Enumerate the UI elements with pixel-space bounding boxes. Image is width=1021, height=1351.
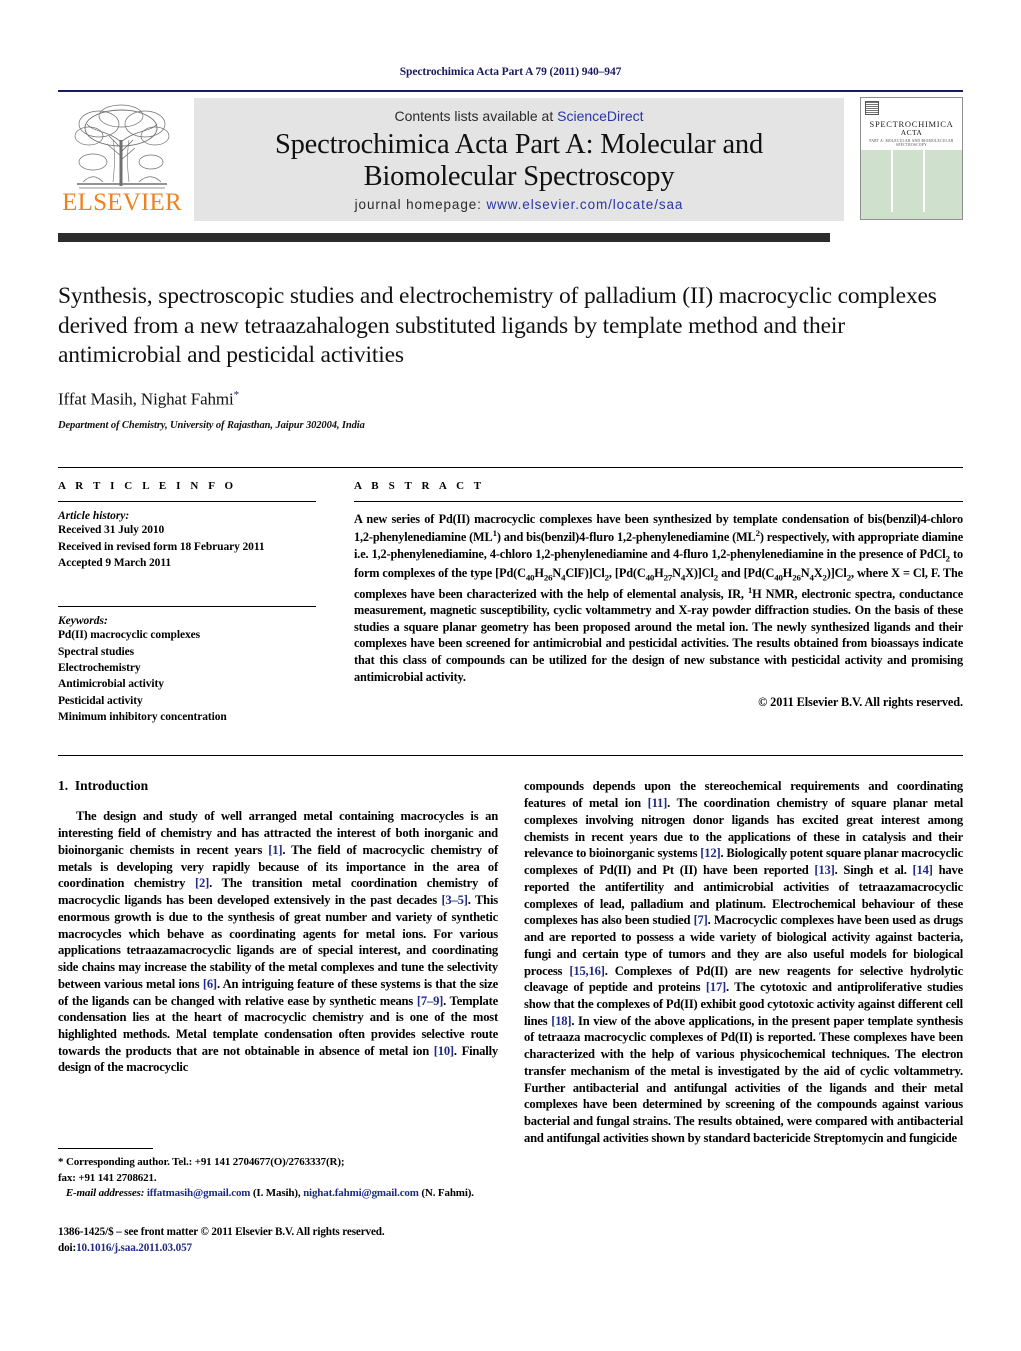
- citation-ref[interactable]: [14]: [913, 863, 933, 877]
- abstract-copyright: © 2011 Elsevier B.V. All rights reserved…: [758, 695, 963, 710]
- email-owner-1: (I. Masih),: [252, 1187, 301, 1200]
- cover-publisher-mark-icon: [865, 101, 879, 115]
- citation-ref[interactable]: [7–9]: [417, 994, 443, 1008]
- issn-copyright-block: 1386-1425/$ – see front matter © 2011 El…: [58, 1224, 498, 1256]
- email-note: E-mail addresses: iffatmasih@gmail.com (…: [58, 1186, 498, 1202]
- article-history-accepted: Accepted 9 March 2011: [58, 557, 171, 570]
- elsevier-wordmark: ELSEVIER: [62, 189, 182, 216]
- paragraph: compounds depends upon the stereochemica…: [524, 779, 963, 1145]
- cover-name-line-2: ACTA: [900, 127, 923, 137]
- keyword-item: Spectral studies: [58, 645, 135, 658]
- cover-journal-name: SPECTROCHIMICA ACTA: [865, 115, 958, 137]
- footnote-block: * Corresponding author. Tel.: +91 141 27…: [58, 1148, 498, 1256]
- citation-ref[interactable]: [13]: [814, 863, 834, 877]
- keyword-item: Minimum inhibitory concentration: [58, 711, 227, 724]
- contents-prefix: Contents lists available at: [394, 108, 558, 124]
- email-link-2[interactable]: nighat.fahmi@gmail.com: [303, 1187, 419, 1199]
- email-owner-2: (N. Fahmi).: [421, 1187, 474, 1200]
- running-head: Spectrochimica Acta Part A 79 (2011) 940…: [399, 66, 622, 78]
- body-column-right: compounds depends upon the stereochemica…: [524, 778, 963, 1146]
- affiliation: Department of Chemistry, University of R…: [58, 420, 365, 432]
- issn-line: 1386-1425/$ – see front matter © 2011 El…: [58, 1225, 385, 1238]
- email-link-1[interactable]: iffatmasih@gmail.com: [147, 1187, 251, 1199]
- author-list: Iffat Masih, Nighat Fahmi*: [58, 389, 963, 410]
- article-history-revised: Received in revised form 18 February 201…: [58, 540, 265, 553]
- article-history-label: Article history:: [58, 510, 130, 523]
- keywords-label: Keywords:: [58, 615, 108, 628]
- contents-list-line: Contents lists available at ScienceDirec…: [204, 108, 834, 124]
- journal-cover-thumbnail: SPECTROCHIMICA ACTA PART A: MOLECULAR AN…: [860, 97, 963, 220]
- homepage-label: journal homepage:: [354, 197, 482, 212]
- info-abstract-section: A R T I C L E I N F O Article history: R…: [58, 467, 963, 725]
- section-heading-introduction: 1. Introduction: [58, 778, 498, 794]
- journal-masthead: ELSEVIER Contents lists available at Sci…: [58, 90, 963, 227]
- journal-title: Spectrochimica Acta Part A: Molecular an…: [204, 129, 834, 193]
- article-info-heading: A R T I C L E I N F O: [58, 480, 237, 493]
- section-title: Introduction: [74, 778, 149, 794]
- journal-title-line-2: Biomolecular Spectroscopy: [363, 161, 675, 192]
- doi-link[interactable]: 10.1016/j.saa.2011.03.057: [76, 1242, 192, 1254]
- keyword-item: Pesticidal activity: [58, 694, 143, 707]
- doi-line: doi:10.1016/j.saa.2011.03.057: [58, 1240, 498, 1256]
- doi-label: doi:: [58, 1242, 77, 1255]
- citation-ref[interactable]: [2]: [195, 876, 209, 890]
- body-column-left: 1. Introduction The design and study of …: [58, 778, 498, 1146]
- abstract-heading: A B S T R A C T: [354, 480, 485, 493]
- paragraph: The design and study of well arranged me…: [58, 809, 498, 1075]
- abstract-column: A B S T R A C T A new series of Pd(II) m…: [338, 468, 963, 725]
- section-number: 1.: [58, 778, 69, 794]
- footnote-rule: [58, 1148, 153, 1149]
- homepage-url-link[interactable]: www.elsevier.com/locate/saa: [486, 197, 683, 212]
- page-title: Synthesis, spectroscopic studies and ele…: [58, 283, 937, 369]
- citation-ref[interactable]: [18]: [551, 1014, 571, 1028]
- journal-article-page: Spectrochimica Acta Part A 79 (2011) 940…: [0, 0, 1021, 1351]
- cover-artwork: [861, 149, 962, 219]
- journal-homepage-line: journal homepage: www.elsevier.com/locat…: [204, 197, 834, 212]
- keyword-item: Electrochemistry: [58, 662, 141, 675]
- corresponding-author-marker: *: [233, 388, 240, 401]
- sciencedirect-link[interactable]: ScienceDirect: [557, 108, 643, 124]
- article-info-column: A R T I C L E I N F O Article history: R…: [58, 468, 338, 725]
- keyword-item: Antimicrobial activity: [58, 678, 164, 691]
- fax-note: fax: +91 141 2708621.: [58, 1171, 157, 1184]
- cover-strapline: PART A: MOLECULAR AND BIOMOLECULAR SPECT…: [869, 138, 954, 147]
- citation-ref[interactable]: [1]: [268, 843, 282, 857]
- elsevier-tree-icon: [74, 104, 170, 189]
- author-names: Iffat Masih, Nighat Fahmi: [58, 389, 234, 409]
- citation-ref[interactable]: [6]: [203, 977, 217, 991]
- email-label: E-mail addresses:: [65, 1187, 145, 1200]
- citation-ref[interactable]: [12]: [700, 846, 720, 860]
- citation-ref[interactable]: [7]: [694, 913, 708, 927]
- keyword-item: Pd(II) macrocyclic complexes: [58, 629, 200, 642]
- keywords-rule: [58, 606, 316, 608]
- citation-ref[interactable]: [15,16]: [569, 964, 605, 978]
- journal-header-box: Contents lists available at ScienceDirec…: [194, 98, 844, 221]
- corresponding-author-note: * Corresponding author. Tel.: +91 141 27…: [58, 1156, 345, 1168]
- title-block: Synthesis, spectroscopic studies and ele…: [58, 282, 963, 431]
- citation-ref[interactable]: [10]: [434, 1044, 454, 1058]
- article-info-rule: [58, 501, 316, 503]
- article-history-received: Received 31 July 2010: [58, 524, 165, 537]
- masthead-divider-bar: [58, 233, 830, 242]
- citation-ref[interactable]: [11]: [648, 796, 668, 810]
- abstract-text: A new series of Pd(II) macrocyclic compl…: [354, 512, 964, 684]
- elsevier-logo: ELSEVIER: [58, 92, 186, 227]
- citation-ref[interactable]: [17]: [706, 980, 726, 994]
- citation-ref[interactable]: [3–5]: [441, 893, 467, 907]
- journal-title-line-1: Spectrochimica Acta Part A: Molecular an…: [274, 129, 764, 161]
- keywords-block: Keywords: Pd(II) macrocyclic complexes S…: [58, 597, 316, 725]
- article-body: 1. Introduction The design and study of …: [58, 755, 963, 1146]
